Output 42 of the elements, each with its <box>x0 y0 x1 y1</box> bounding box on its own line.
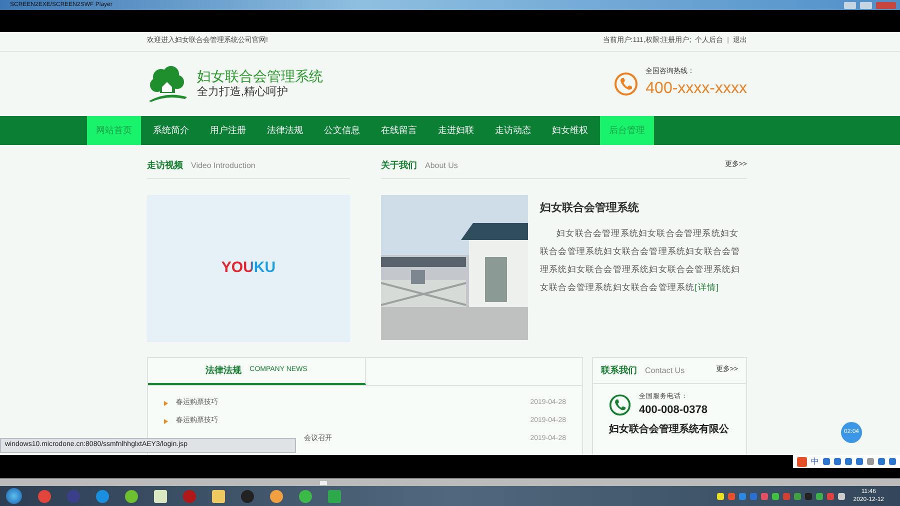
section-title: 走访视频 <box>147 158 183 172</box>
ime-logo-icon[interactable] <box>797 456 807 466</box>
nav-item[interactable]: 走访动态 <box>486 116 540 145</box>
phone-icon <box>614 72 638 96</box>
section-subtitle: Video Introduction <box>191 160 256 172</box>
about-heading: 妇女联合会管理系统 <box>540 200 640 216</box>
company-name: 妇女联合会管理系统有限公 <box>608 422 730 438</box>
nav-item[interactable]: 走进妇联 <box>429 116 483 145</box>
site-slogan: 全力打造,精心呵护 <box>197 84 290 100</box>
nav-item[interactable]: 在线留言 <box>372 116 426 145</box>
taskbar-app-icon[interactable] <box>299 490 312 502</box>
minimize-button[interactable] <box>844 2 856 8</box>
taskbar-app-icon[interactable] <box>96 490 109 502</box>
taskbar-app-icon[interactable] <box>154 490 167 502</box>
section-subtitle: About Us <box>425 160 458 172</box>
section-title: 联系我们 <box>601 364 637 377</box>
phone-icon <box>609 394 631 416</box>
ime-mode[interactable]: 中 <box>811 456 819 468</box>
detail-link[interactable]: [详情] <box>694 282 720 292</box>
taskbar-app-icon[interactable] <box>212 490 225 502</box>
nav-item[interactable]: 公文信息 <box>315 116 369 145</box>
nav-item[interactable]: 用户注册 <box>201 116 255 145</box>
section-title: 关于我们 <box>381 158 417 172</box>
phone-number: 400-008-0378 <box>639 402 708 418</box>
taskbar-app-icon[interactable] <box>125 490 138 502</box>
nav-item[interactable]: 妇女维权 <box>543 116 597 145</box>
seek-thumb[interactable] <box>320 480 327 484</box>
hotline-number: 400-xxxx-xxxx <box>646 79 747 100</box>
news-tab[interactable]: 法律法规 <box>206 364 242 378</box>
taskbar-app-icon[interactable] <box>270 490 283 502</box>
nav-item[interactable]: 系统简介 <box>144 116 198 145</box>
about-text: 妇女联合会管理系统妇女联合会管理系统妇女联合会管理系统妇女联合会管理系统妇女联合会管理系统妇女联合会管理系统妇女联合会管理系统妇女联合会管理系统妇女联合会管理系统[详情] <box>540 226 742 294</box>
logo-icon <box>147 65 189 103</box>
nav-item[interactable]: 法律法规 <box>258 116 312 145</box>
maximize-button[interactable] <box>860 2 872 8</box>
bullet-icon <box>164 400 168 406</box>
close-button[interactable] <box>876 2 896 8</box>
video-player[interactable]: YOUKU <box>147 195 350 342</box>
section-subtitle: Contact Us <box>645 364 685 376</box>
bullet-icon <box>164 418 168 424</box>
start-button[interactable] <box>6 488 22 504</box>
site-title: 妇女联合会管理系统 <box>197 68 323 84</box>
